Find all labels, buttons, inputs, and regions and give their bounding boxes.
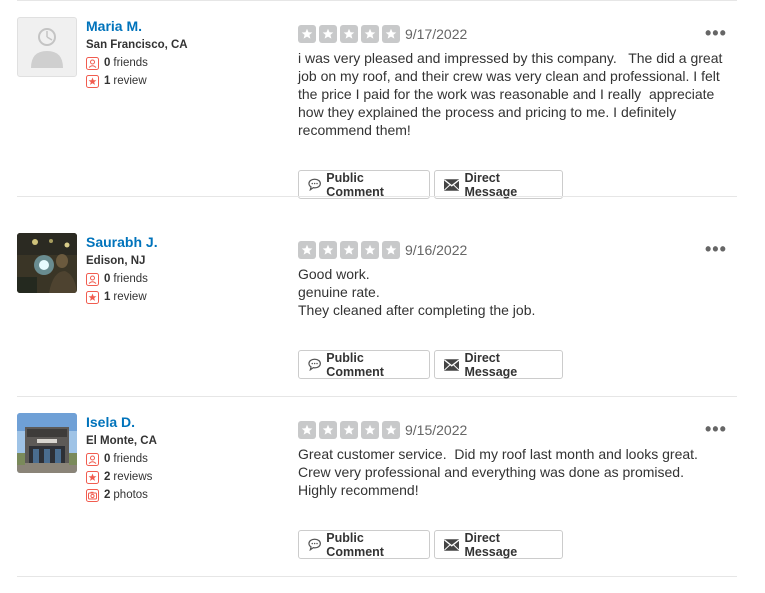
review-text: Great customer service. Did my roof last… <box>298 446 698 498</box>
star-icon <box>340 241 358 259</box>
review-item: Maria M. San Francisco, CA 0 friends 1 r… <box>17 17 737 199</box>
envelope-icon <box>444 538 460 551</box>
user-location: El Monte, CA <box>86 435 157 447</box>
more-options-icon[interactable]: ••• <box>705 24 727 42</box>
reviews-stat: 1 review <box>86 74 147 88</box>
direct-message-label: Direct Message <box>464 350 518 379</box>
friends-icon <box>86 452 99 466</box>
reviews-stat: 1 review <box>86 290 147 304</box>
review-text: Good work. genuine rate. They cleaned af… <box>298 266 536 318</box>
friends-stat: 0 friends <box>86 272 148 286</box>
review-date: 9/15/2022 <box>405 422 468 438</box>
star-rating <box>298 25 403 43</box>
photos-label: photos <box>113 489 148 501</box>
camera-icon <box>86 488 99 502</box>
avatar-placeholder[interactable] <box>17 17 77 77</box>
star-icon <box>361 241 379 259</box>
friends-icon <box>86 272 99 286</box>
review-date: 9/16/2022 <box>405 242 468 258</box>
reviews-count: 1 <box>104 75 111 87</box>
review-star-icon <box>86 290 99 304</box>
friends-icon <box>86 56 99 70</box>
star-icon <box>298 421 316 439</box>
star-icon <box>361 25 379 43</box>
direct-message-button[interactable]: Direct Message <box>434 530 563 559</box>
reviews-label: review <box>113 75 147 87</box>
direct-message-button[interactable]: Direct Message <box>434 170 563 199</box>
review-star-icon <box>86 470 99 484</box>
star-icon <box>298 25 316 43</box>
star-icon <box>319 421 337 439</box>
direct-message-label: Direct Message <box>464 530 518 559</box>
user-photo-image <box>17 413 77 473</box>
star-icon <box>340 25 358 43</box>
review-text: i was very pleased and impressed by this… <box>298 50 727 138</box>
friends-count: 0 <box>104 453 111 465</box>
friends-stat: 0 friends <box>86 56 148 70</box>
friends-stat: 0 friends <box>86 452 148 466</box>
public-comment-button[interactable]: Public Comment <box>298 170 430 199</box>
friends-count: 0 <box>104 57 111 69</box>
star-icon <box>382 25 400 43</box>
avatar-photo[interactable] <box>17 413 77 473</box>
more-options-icon[interactable]: ••• <box>705 420 727 438</box>
friends-label: friends <box>113 453 148 465</box>
user-name-link[interactable]: Maria M. <box>86 17 142 35</box>
friends-label: friends <box>113 273 148 285</box>
user-location: Edison, NJ <box>86 255 146 267</box>
star-rating <box>298 241 403 259</box>
envelope-icon <box>444 358 460 371</box>
direct-message-label: Direct Message <box>464 170 518 199</box>
speech-bubble-icon <box>308 178 321 191</box>
reviews-count: 2 <box>104 471 111 483</box>
default-user-icon <box>31 28 63 68</box>
public-comment-label: Public Comment <box>326 170 384 199</box>
speech-bubble-icon <box>308 358 321 371</box>
top-divider <box>17 0 737 1</box>
review-star-icon <box>86 74 99 88</box>
star-icon <box>340 421 358 439</box>
review-divider <box>17 196 737 197</box>
photos-count: 2 <box>104 489 111 501</box>
reviews-label: review <box>113 291 147 303</box>
friends-count: 0 <box>104 273 111 285</box>
more-options-icon[interactable]: ••• <box>705 240 727 258</box>
public-comment-button[interactable]: Public Comment <box>298 350 430 379</box>
avatar-photo[interactable] <box>17 233 77 293</box>
review-item: Isela D. El Monte, CA 0 friends 2 review… <box>17 413 737 593</box>
user-location: San Francisco, CA <box>86 39 188 51</box>
star-icon <box>319 241 337 259</box>
user-name-link[interactable]: Saurabh J. <box>86 233 158 251</box>
review-date: 9/17/2022 <box>405 26 468 42</box>
speech-bubble-icon <box>308 538 321 551</box>
friends-label: friends <box>113 57 148 69</box>
star-icon <box>298 241 316 259</box>
star-icon <box>319 25 337 43</box>
review-divider <box>17 396 737 397</box>
reviews-label: reviews <box>113 471 153 483</box>
direct-message-button[interactable]: Direct Message <box>434 350 563 379</box>
star-icon <box>382 421 400 439</box>
public-comment-button[interactable]: Public Comment <box>298 530 430 559</box>
public-comment-label: Public Comment <box>326 530 384 559</box>
star-icon <box>361 421 379 439</box>
reviews-stat: 2 reviews <box>86 470 152 484</box>
envelope-icon <box>444 178 460 191</box>
user-photo-image <box>17 233 77 293</box>
reviews-count: 1 <box>104 291 111 303</box>
photos-stat: 2 photos <box>86 488 148 502</box>
public-comment-label: Public Comment <box>326 350 384 379</box>
star-rating <box>298 421 403 439</box>
review-divider <box>17 576 737 577</box>
review-item: Saurabh J. Edison, NJ 0 friends 1 review… <box>17 233 737 413</box>
user-name-link[interactable]: Isela D. <box>86 413 135 431</box>
star-icon <box>382 241 400 259</box>
